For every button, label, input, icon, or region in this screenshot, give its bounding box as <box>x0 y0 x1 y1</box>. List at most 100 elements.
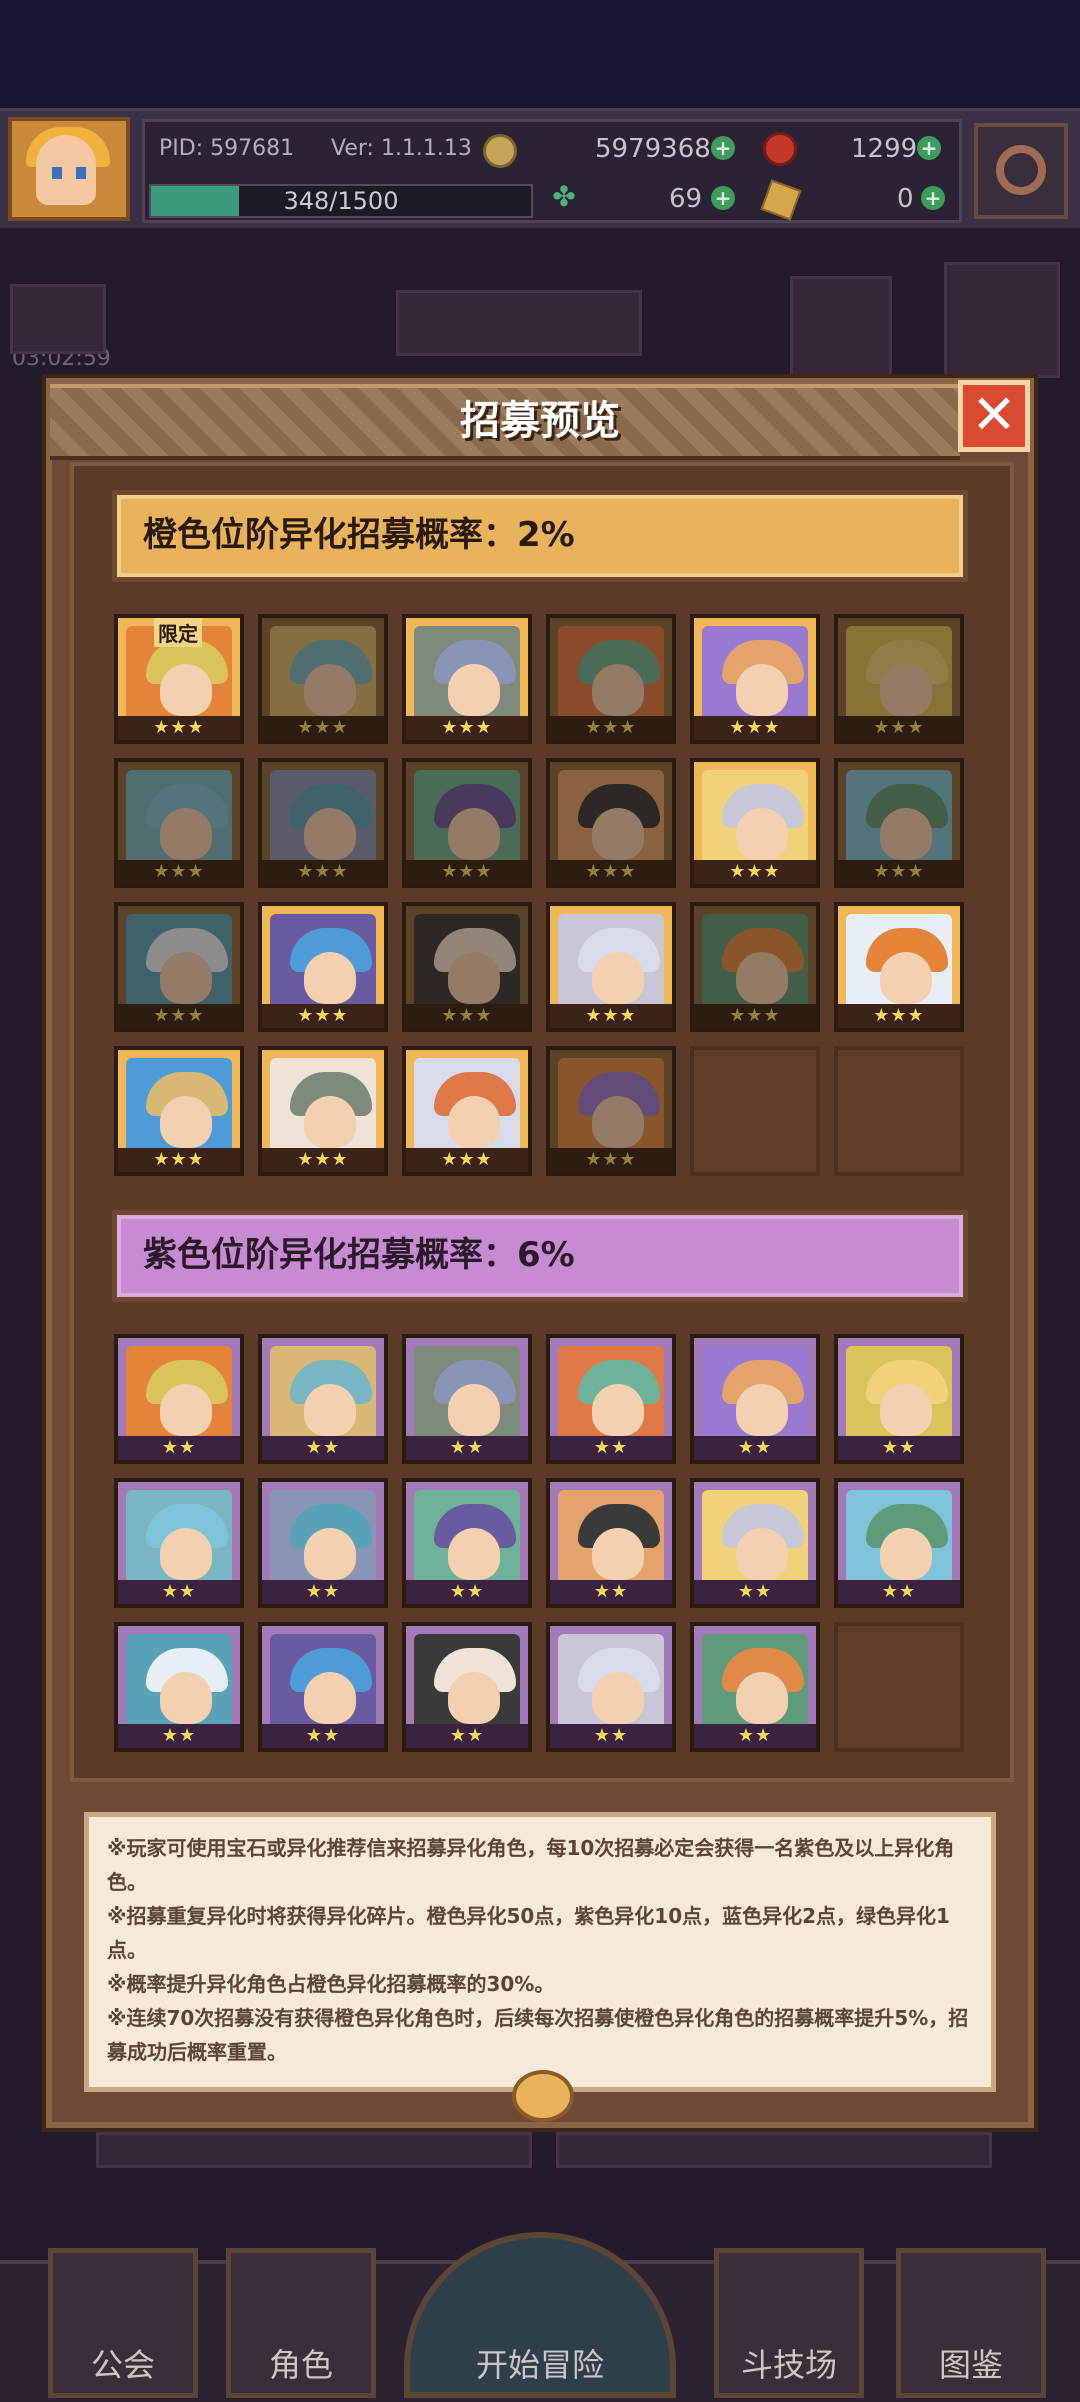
character-card[interactable]: ★★★ <box>402 902 532 1032</box>
orange-character-grid: ★★★ 限定 ★★★ ★★★ ★★★ ★★★ ★★★ ★★★ ★★★ ★★★ ★★★ ★★★ ★★★ ★★… <box>114 614 966 1176</box>
character-face <box>880 1384 932 1436</box>
character-card[interactable]: ★★★ <box>546 1046 676 1176</box>
locked-overlay <box>838 762 960 884</box>
star-rating: ★★★ <box>118 716 240 740</box>
character-card[interactable]: ★★ <box>690 1478 820 1608</box>
character-card[interactable]: ★★★ <box>402 1046 532 1176</box>
character-face <box>448 664 500 716</box>
character-card[interactable]: ★★ <box>114 1478 244 1608</box>
character-card[interactable]: ★★ <box>546 1622 676 1752</box>
character-portrait <box>414 1490 520 1588</box>
character-card[interactable]: ★★★ 限定 <box>114 614 244 744</box>
star-rating: ★★ <box>838 1580 960 1604</box>
game-version: Ver: 1.1.1.13 <box>331 136 472 161</box>
character-card[interactable]: ★★★ <box>114 758 244 888</box>
add-gold-button[interactable]: + <box>711 136 735 160</box>
character-card[interactable]: ★★★ <box>546 614 676 744</box>
add-ticket-button[interactable]: + <box>921 186 945 210</box>
character-card[interactable]: ★★★ <box>690 902 820 1032</box>
character-face <box>592 1672 644 1724</box>
star-rating: ★★★ <box>118 1148 240 1172</box>
character-card[interactable]: ★★★ <box>546 758 676 888</box>
character-card[interactable]: ★★ <box>834 1478 964 1608</box>
character-face <box>592 952 644 1004</box>
purple-character-grid: ★★ ★★ ★★ ★★ ★★ ★★ ★★ ★★ ★★ ★★ ★★ ★★ ★★ ★★ ★★ ★★ ★★ <box>114 1334 966 1764</box>
character-face <box>736 1384 788 1436</box>
star-rating: ★★ <box>694 1436 816 1460</box>
character-card[interactable]: ★★★ <box>258 1046 388 1176</box>
character-card[interactable]: ★★★ <box>258 758 388 888</box>
character-card[interactable]: ★★★ <box>834 758 964 888</box>
character-face <box>592 1384 644 1436</box>
character-face <box>448 1672 500 1724</box>
background-event-icon <box>10 284 106 354</box>
dialog-title: 招募预览 <box>460 398 620 444</box>
add-clover-button[interactable]: + <box>711 186 735 210</box>
character-card[interactable]: ★★ <box>690 1334 820 1464</box>
star-rating: ★★ <box>118 1436 240 1460</box>
character-portrait <box>558 1634 664 1732</box>
character-card[interactable]: ★★ <box>114 1334 244 1464</box>
background-button-left <box>96 2132 532 2168</box>
background-tab <box>396 290 642 356</box>
character-portrait <box>270 1346 376 1444</box>
character-card[interactable]: ★★★ <box>690 614 820 744</box>
purple-rate-banner: 紫色位阶异化招募概率：6% <box>112 1210 968 1302</box>
locked-overlay <box>550 762 672 884</box>
player-id: PID: 597681 <box>159 136 295 161</box>
close-button[interactable]: ✕ <box>958 380 1030 452</box>
star-rating: ★★★ <box>838 1004 960 1028</box>
star-rating: ★★ <box>262 1436 384 1460</box>
player-avatar[interactable] <box>8 117 130 221</box>
character-portrait <box>846 1346 952 1444</box>
character-card[interactable]: ★★ <box>402 1478 532 1608</box>
character-portrait <box>126 1634 232 1732</box>
character-face <box>304 1672 356 1724</box>
settings-button[interactable] <box>974 123 1068 219</box>
character-card[interactable]: ★★★ <box>402 614 532 744</box>
character-face <box>448 1528 500 1580</box>
star-rating: ★★ <box>694 1724 816 1748</box>
character-card[interactable]: ★★ <box>114 1622 244 1752</box>
character-portrait <box>414 1346 520 1444</box>
character-card[interactable]: ★★★ <box>258 902 388 1032</box>
note-line: ※概率提升异化角色占橙色异化招募概率的30%。 <box>107 1972 555 1996</box>
character-card[interactable]: ★★ <box>258 1478 388 1608</box>
character-card[interactable]: ★★★ <box>546 902 676 1032</box>
character-card[interactable]: ★★ <box>690 1622 820 1752</box>
gear-icon <box>996 145 1046 195</box>
locked-overlay <box>118 906 240 1028</box>
character-card[interactable]: ★★ <box>258 1334 388 1464</box>
character-card[interactable]: ★★★ <box>258 614 388 744</box>
star-rating: ★★ <box>550 1580 672 1604</box>
character-card[interactable]: ★★★ <box>834 614 964 744</box>
character-face <box>160 1528 212 1580</box>
character-card[interactable]: ★★★ <box>690 758 820 888</box>
add-gem-button[interactable]: + <box>917 136 941 160</box>
character-portrait <box>414 1058 520 1156</box>
star-rating: ★★ <box>550 1724 672 1748</box>
gem-amount: 1299 <box>851 134 918 164</box>
character-face <box>736 808 788 860</box>
star-rating: ★★ <box>406 1724 528 1748</box>
character-card[interactable]: ★★ <box>546 1478 676 1608</box>
character-card[interactable]: ★★ <box>402 1622 532 1752</box>
character-face <box>880 952 932 1004</box>
character-portrait <box>414 1634 520 1732</box>
character-card[interactable]: ★★ <box>546 1334 676 1464</box>
avatar-face <box>36 135 96 205</box>
character-card[interactable]: ★★ <box>402 1334 532 1464</box>
nav-start-label: 开始冒险 <box>475 2346 604 2384</box>
character-card[interactable]: ★★ <box>258 1622 388 1752</box>
character-card[interactable]: ★★★ <box>402 758 532 888</box>
character-card[interactable]: ★★ <box>834 1334 964 1464</box>
character-portrait <box>414 626 520 724</box>
note-line: ※连续70次招募没有获得橙色异化角色时，后续每次招募使橙色异化角色的招募概率提升… <box>107 2006 969 2064</box>
character-card[interactable]: ★★★ <box>114 1046 244 1176</box>
character-card[interactable]: ★★★ <box>114 902 244 1032</box>
star-rating: ★★★ <box>694 860 816 884</box>
character-portrait <box>702 1346 808 1444</box>
star-rating: ★★★ <box>694 716 816 740</box>
character-portrait <box>126 1058 232 1156</box>
character-card[interactable]: ★★★ <box>834 902 964 1032</box>
